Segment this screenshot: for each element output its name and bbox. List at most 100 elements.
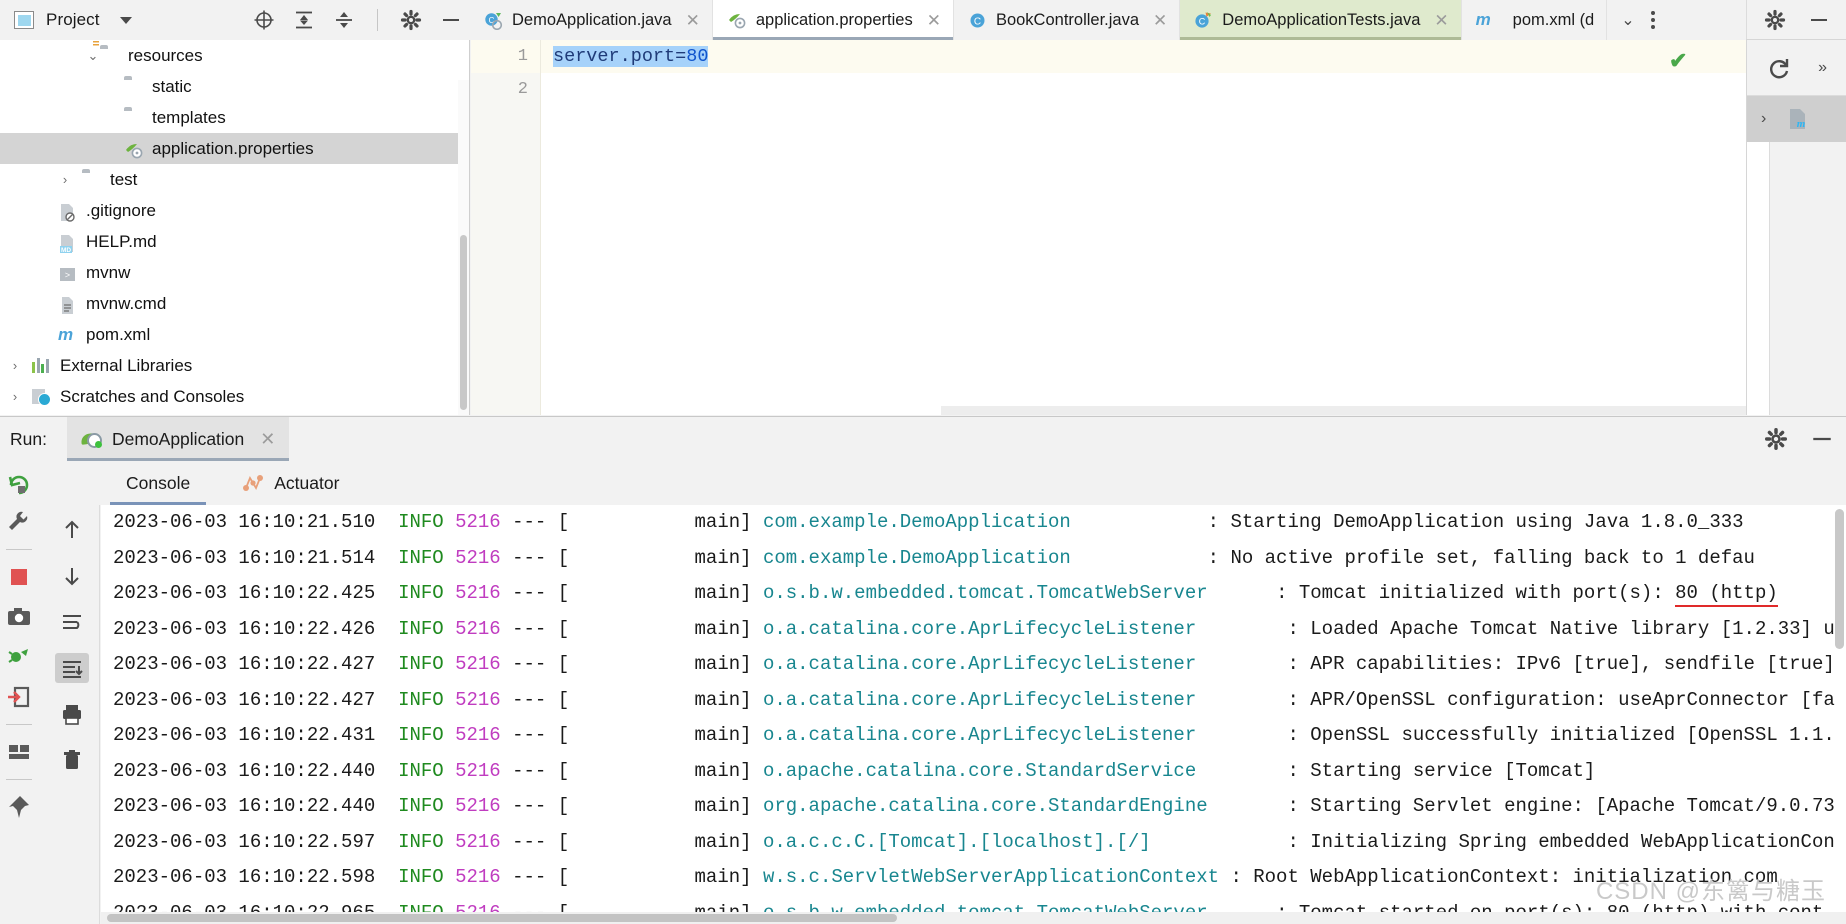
minimize-icon[interactable] bbox=[1808, 9, 1830, 31]
editor-code-area[interactable]: server.port=80 bbox=[541, 40, 1746, 415]
line-number: 1 bbox=[471, 40, 540, 73]
log-thread: main] bbox=[569, 511, 752, 533]
pin-icon[interactable] bbox=[6, 794, 32, 820]
resources-folder-icon bbox=[100, 48, 119, 64]
gear-icon[interactable] bbox=[1764, 9, 1786, 31]
scratches-icon bbox=[32, 388, 51, 406]
more-options-icon[interactable] bbox=[1650, 11, 1655, 29]
project-tree[interactable]: ⌄ resources static templates application… bbox=[0, 40, 470, 415]
console-output[interactable]: 2023-06-03 16:10:21.510 INFO 5216 --- [ … bbox=[101, 505, 1846, 924]
thread-dump-icon[interactable] bbox=[6, 644, 32, 670]
locate-icon[interactable] bbox=[253, 9, 275, 31]
log-thread: main] bbox=[569, 582, 752, 604]
rerun-icon[interactable] bbox=[6, 469, 32, 495]
log-message: No active profile set, falling back to 1… bbox=[1230, 546, 1755, 569]
property-key: server.port= bbox=[553, 46, 687, 67]
console-vertical-scrollbar[interactable] bbox=[1835, 509, 1844, 649]
editor-tab-demoapplicationtests-java[interactable]: C DemoApplicationTests.java ✕ bbox=[1180, 0, 1462, 40]
tab-actuator[interactable]: Actuator bbox=[216, 461, 365, 505]
folder-icon bbox=[124, 110, 143, 126]
spring-properties-icon bbox=[124, 141, 143, 158]
tree-item-static[interactable]: static bbox=[0, 71, 469, 102]
project-view-dropdown-icon[interactable] bbox=[119, 16, 132, 24]
cmd-file-icon bbox=[58, 296, 77, 314]
chevron-right-icon[interactable]: › bbox=[1761, 110, 1766, 128]
chevron-right-icon[interactable]: › bbox=[8, 389, 22, 404]
project-tree-scrollbar-thumb[interactable] bbox=[460, 235, 467, 410]
folder-icon bbox=[82, 172, 101, 188]
log-thread: main] bbox=[569, 795, 752, 817]
tree-item-resources[interactable]: ⌄ resources bbox=[0, 40, 469, 71]
collapse-all-icon[interactable] bbox=[333, 9, 355, 31]
log-thread: main] bbox=[569, 617, 752, 640]
tree-item-label: resources bbox=[128, 45, 203, 65]
edit-configuration-icon[interactable] bbox=[6, 509, 32, 535]
console-horizontal-scrollbar[interactable] bbox=[101, 912, 1846, 924]
editor-tab-demoapplication-java[interactable]: C DemoApplication.java ✕ bbox=[470, 0, 713, 40]
maven-icon[interactable]: m bbox=[1786, 107, 1810, 131]
tree-item-scratches-and-consoles[interactable]: › Scratches and Consoles bbox=[0, 381, 469, 412]
tree-item-label: pom.xml bbox=[86, 324, 151, 344]
attach-icon[interactable] bbox=[6, 684, 32, 710]
tree-item-external-libraries[interactable]: › External Libraries bbox=[0, 350, 469, 381]
log-thread: main] bbox=[569, 688, 752, 711]
soft-wrap-icon[interactable] bbox=[55, 607, 89, 637]
gear-icon[interactable] bbox=[1764, 427, 1788, 451]
tree-item-application-properties[interactable]: application.properties bbox=[0, 133, 469, 164]
stop-icon[interactable] bbox=[6, 564, 32, 590]
screenshot-icon[interactable] bbox=[6, 604, 32, 630]
tree-item-mvnw-cmd[interactable]: mvnw.cmd bbox=[0, 288, 469, 319]
editor-tab-pom-xml[interactable]: m pom.xml (d bbox=[1461, 0, 1608, 40]
chevron-down-icon[interactable]: ⌄ bbox=[1621, 10, 1634, 30]
toolbar-divider bbox=[377, 9, 378, 31]
close-icon[interactable]: ✕ bbox=[260, 429, 275, 450]
log-timestamp: 2023-06-03 16:10:21.514 bbox=[113, 546, 376, 569]
clear-all-icon[interactable] bbox=[55, 745, 89, 775]
minimize-icon[interactable] bbox=[440, 9, 462, 31]
editor-tab-application-properties[interactable]: application.properties ✕ bbox=[712, 0, 954, 40]
expand-all-icon[interactable] bbox=[293, 9, 315, 31]
tree-item-label: mvnw.cmd bbox=[86, 293, 167, 313]
scroll-down-icon[interactable] bbox=[55, 561, 89, 591]
close-icon[interactable]: ✕ bbox=[686, 12, 700, 29]
tree-item-mvnw[interactable]: > mvnw bbox=[0, 257, 469, 288]
scroll-up-icon[interactable] bbox=[55, 515, 89, 545]
tab-console[interactable]: Console bbox=[100, 461, 216, 505]
tree-item-pom-xml[interactable]: m pom.xml bbox=[0, 319, 469, 350]
top-bar: Project C DemoApplication.java ✕ applica… bbox=[0, 0, 1846, 40]
chevron-right-icon[interactable]: › bbox=[58, 172, 72, 187]
code-line-2[interactable] bbox=[541, 73, 1746, 106]
layout-icon[interactable] bbox=[6, 739, 32, 765]
scroll-to-end-icon[interactable] bbox=[54, 653, 89, 683]
log-separator: --- [ bbox=[512, 582, 570, 604]
minimize-icon[interactable] bbox=[1810, 427, 1834, 451]
close-icon[interactable]: ✕ bbox=[1153, 12, 1167, 29]
chevron-right-icon[interactable]: › bbox=[8, 358, 22, 373]
svg-text:C: C bbox=[1199, 16, 1206, 26]
log-colon: : bbox=[1287, 653, 1311, 675]
editor-tab-label: application.properties bbox=[755, 10, 913, 29]
tree-item-help-md[interactable]: MD HELP.md bbox=[0, 226, 469, 257]
tree-item-test[interactable]: › test bbox=[0, 164, 469, 195]
editor-tab-bookcontroller-java[interactable]: C BookController.java ✕ bbox=[953, 0, 1181, 40]
log-pid: 5216 bbox=[455, 653, 501, 675]
tree-item-templates[interactable]: templates bbox=[0, 102, 469, 133]
svg-text:C: C bbox=[974, 16, 981, 27]
print-icon[interactable] bbox=[55, 699, 89, 729]
editor-horizontal-scrollbar[interactable] bbox=[941, 406, 1846, 415]
close-icon[interactable]: ✕ bbox=[1434, 12, 1448, 29]
log-logger: o.a.catalina.core.AprLifecycleListener bbox=[762, 617, 1197, 640]
gear-icon[interactable] bbox=[400, 9, 422, 31]
code-line-1[interactable]: server.port=80 bbox=[541, 40, 1746, 73]
log-level: INFO bbox=[398, 688, 444, 711]
inspection-ok-icon[interactable]: ✔ bbox=[1669, 48, 1846, 74]
run-configuration-tab[interactable]: DemoApplication ✕ bbox=[66, 417, 290, 461]
log-level: INFO bbox=[398, 724, 444, 746]
chevron-down-icon[interactable]: ⌄ bbox=[86, 48, 100, 63]
tree-item-gitignore[interactable]: .gitignore bbox=[0, 195, 469, 226]
editor-tab-label: DemoApplicationTests.java bbox=[1222, 10, 1421, 29]
log-message: Root WebApplicationContext: initializati… bbox=[1253, 866, 1778, 888]
close-icon[interactable]: ✕ bbox=[927, 12, 941, 29]
code-editor[interactable]: 1 2 server.port=80 bbox=[471, 40, 1846, 415]
tree-item-label: Scratches and Consoles bbox=[60, 386, 245, 406]
